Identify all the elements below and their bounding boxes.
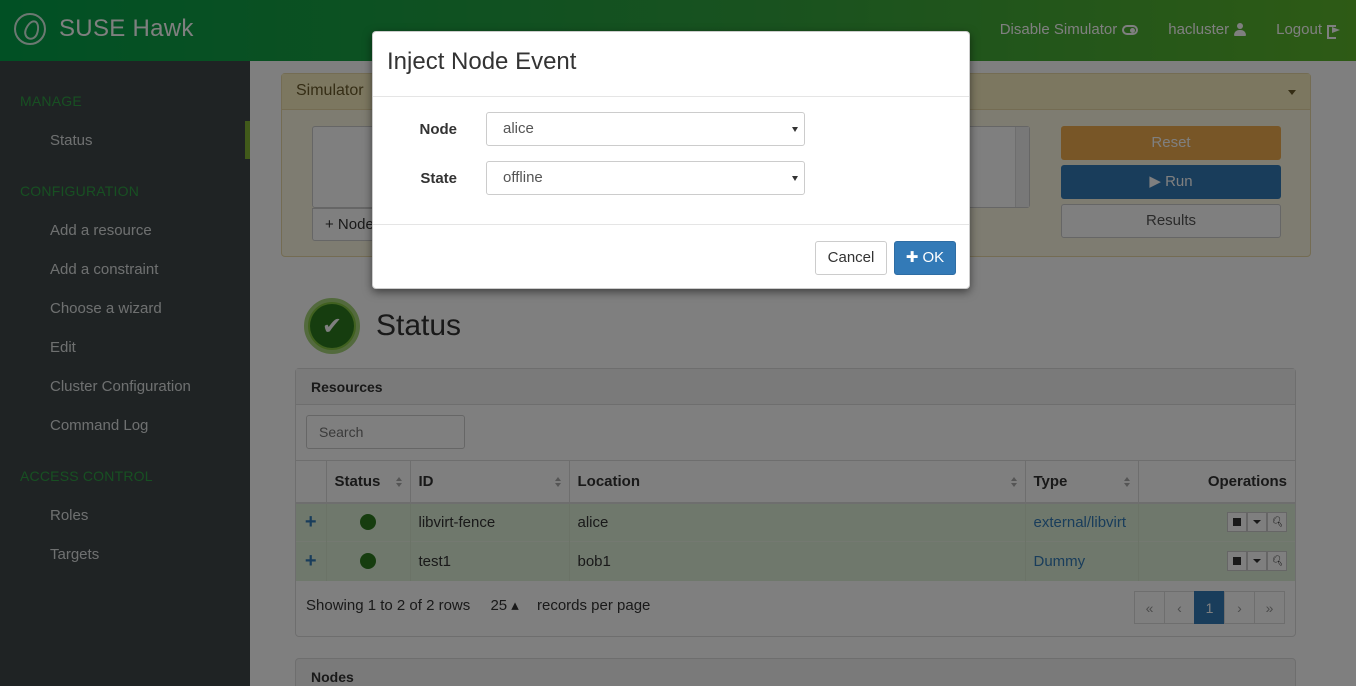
state-select[interactable]: offline — [486, 161, 805, 195]
ok-button[interactable]: ✚ OK — [894, 241, 956, 275]
state-label: State — [420, 169, 457, 187]
node-field-row: Node alice — [373, 112, 969, 146]
cancel-button[interactable]: Cancel — [815, 241, 887, 275]
state-field-row: State offline — [373, 161, 969, 195]
inject-node-event-dialog: Inject Node Event Node alice State offli… — [372, 31, 970, 289]
node-select[interactable]: alice — [486, 112, 805, 146]
dialog-title: Inject Node Event — [373, 32, 969, 97]
dialog-footer: Cancel ✚ OK — [373, 224, 969, 289]
node-label: Node — [419, 120, 458, 138]
